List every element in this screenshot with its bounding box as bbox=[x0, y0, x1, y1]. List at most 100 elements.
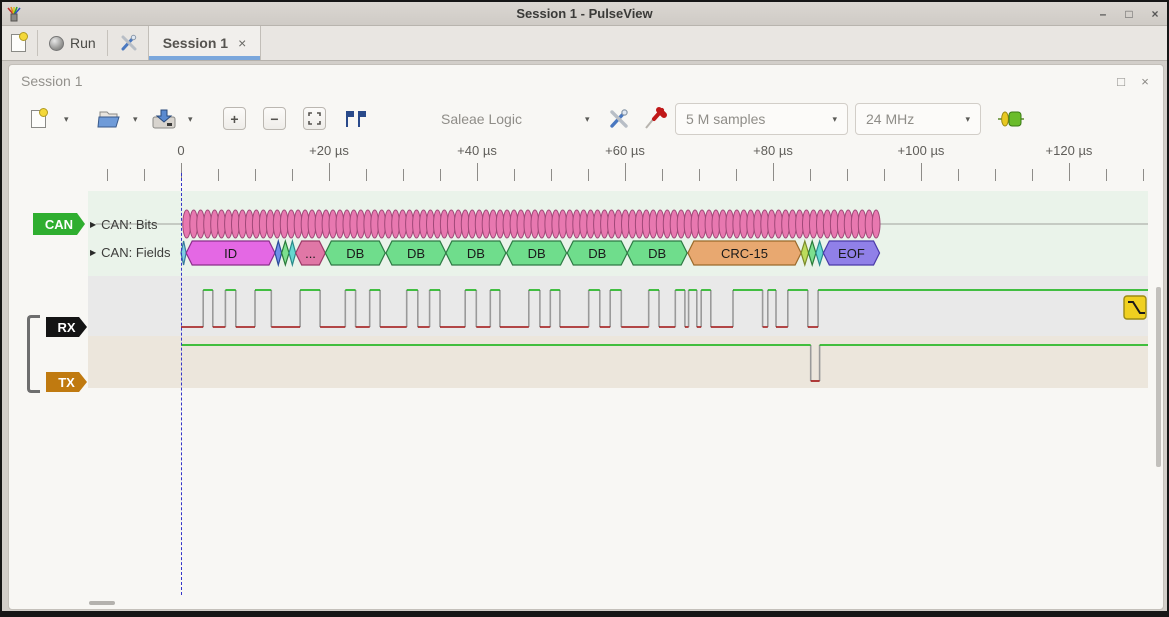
ruler-tick bbox=[440, 169, 441, 181]
device-select[interactable]: Saleae Logic bbox=[441, 103, 601, 135]
vertical-scrollbar[interactable] bbox=[1156, 287, 1161, 467]
open-dropdown[interactable]: ▾ bbox=[133, 103, 138, 135]
session-toolbar: ▾ ▾ ▾ + − bbox=[9, 97, 1163, 141]
horizontal-scrollbar[interactable] bbox=[89, 601, 115, 605]
zoom-fit-button[interactable] bbox=[303, 107, 326, 130]
ruler-tick bbox=[403, 169, 404, 181]
can-field-annotation[interactable] bbox=[816, 241, 823, 265]
device-select-caret: ▾ bbox=[585, 103, 590, 135]
tab-close-icon[interactable]: × bbox=[238, 35, 246, 51]
trigger-marker-badge[interactable] bbox=[1124, 296, 1146, 319]
trace-view[interactable]: ID...DBDBDBDBDBDBCRC-15EOF ▶ CAN: Bits ▶… bbox=[88, 181, 1148, 595]
ruler-tick bbox=[699, 169, 700, 181]
ruler-tick bbox=[1032, 169, 1033, 181]
ruler-tick bbox=[107, 169, 108, 181]
ruler-tick bbox=[144, 169, 145, 181]
rx-waveform-edges[interactable] bbox=[203, 290, 818, 327]
channel-tag-rx[interactable]: RX bbox=[46, 317, 87, 337]
channel-tag-label: TX bbox=[58, 375, 75, 390]
ruler-tick bbox=[292, 169, 293, 181]
fields-row-title: CAN: Fields bbox=[101, 245, 170, 260]
time-ruler[interactable]: 0+20 µs+40 µs+60 µs+80 µs+100 µs+120 µs bbox=[88, 143, 1148, 181]
expander-icon[interactable]: ▶ bbox=[90, 248, 96, 257]
ruler-label: +40 µs bbox=[442, 143, 512, 158]
new-view-icon bbox=[31, 110, 46, 128]
can-field-label: DB bbox=[346, 246, 364, 261]
ruler-tick bbox=[810, 169, 811, 181]
decoder-fields-row-label[interactable]: ▶ CAN: Fields bbox=[90, 245, 171, 260]
can-field-annotation[interactable] bbox=[801, 241, 808, 265]
ruler-label: +120 µs bbox=[1034, 143, 1104, 158]
decoder-tag-label: CAN bbox=[45, 217, 73, 232]
channel-group-bracket[interactable] bbox=[27, 315, 40, 393]
probe-icon bbox=[642, 107, 667, 132]
ruler-tick bbox=[736, 169, 737, 181]
open-button[interactable] bbox=[97, 103, 121, 135]
waveform-canvas: ID...DBDBDBDBDBDBCRC-15EOF bbox=[88, 181, 1148, 595]
maximize-icon[interactable]: □ bbox=[1121, 6, 1137, 22]
run-button[interactable]: Run bbox=[40, 26, 105, 60]
can-field-annotation[interactable] bbox=[809, 241, 816, 265]
can-field-annotation[interactable] bbox=[289, 241, 296, 265]
zoom-in-button[interactable]: + bbox=[223, 107, 246, 130]
sample-count-caret: ▾ bbox=[832, 114, 837, 125]
trigger-flags-icon bbox=[343, 109, 367, 129]
save-dropdown[interactable]: ▾ bbox=[188, 103, 193, 135]
ruler-tick bbox=[329, 163, 330, 181]
zoom-fit-icon bbox=[308, 112, 321, 125]
can-bit[interactable] bbox=[872, 210, 880, 238]
ruler-tick bbox=[847, 169, 848, 181]
minimize-icon[interactable]: – bbox=[1095, 6, 1111, 22]
configure-device-button[interactable] bbox=[607, 103, 631, 135]
tx-waveform-edges[interactable] bbox=[811, 345, 820, 381]
decoder-tag-can[interactable]: CAN bbox=[33, 213, 85, 235]
toolbar-separator bbox=[107, 30, 108, 56]
new-document-icon bbox=[11, 34, 26, 52]
expander-icon[interactable]: ▶ bbox=[90, 220, 96, 229]
settings-button[interactable] bbox=[110, 26, 148, 60]
channel-tag-tx[interactable]: TX bbox=[46, 372, 87, 392]
new-session-button[interactable] bbox=[2, 26, 35, 60]
active-tab-indicator bbox=[149, 56, 261, 60]
can-field-annotation[interactable] bbox=[275, 241, 282, 265]
decoder-bits-row-label[interactable]: ▶ CAN: Bits bbox=[90, 217, 158, 232]
ruler-tick bbox=[625, 163, 626, 181]
can-field-label: ID bbox=[224, 246, 237, 261]
wrench-screwdriver-icon bbox=[119, 33, 139, 53]
ruler-label: +60 µs bbox=[590, 143, 660, 158]
bits-row-title: CAN: Bits bbox=[101, 217, 157, 232]
can-field-label: EOF bbox=[838, 246, 865, 261]
ruler-label: +80 µs bbox=[738, 143, 808, 158]
tab-session-1[interactable]: Session 1 × bbox=[148, 26, 262, 60]
trigger-cursor-line[interactable] bbox=[181, 173, 182, 595]
main-toolbar: Run Session 1 × bbox=[2, 26, 1167, 61]
ruler-tick bbox=[773, 163, 774, 181]
ruler-tick bbox=[662, 169, 663, 181]
can-field-label: DB bbox=[528, 246, 546, 261]
can-field-annotation[interactable] bbox=[282, 241, 289, 265]
device-name: Saleae Logic bbox=[441, 111, 522, 127]
ruler-tick bbox=[551, 169, 552, 181]
can-field-label: DB bbox=[588, 246, 606, 261]
sample-rate-caret: ▾ bbox=[965, 114, 970, 125]
zoom-out-button[interactable]: − bbox=[263, 107, 286, 130]
configure-channels-button[interactable] bbox=[642, 103, 667, 135]
ruler-tick bbox=[514, 169, 515, 181]
new-view-button[interactable] bbox=[31, 103, 46, 135]
close-icon[interactable]: × bbox=[1147, 6, 1163, 22]
ruler-tick bbox=[218, 169, 219, 181]
new-view-dropdown[interactable]: ▾ bbox=[64, 103, 69, 135]
sample-count-select[interactable]: 5 M samples ▾ bbox=[675, 103, 848, 135]
sample-rate-select[interactable]: 24 MHz ▾ bbox=[855, 103, 981, 135]
run-label: Run bbox=[70, 35, 96, 51]
show-triggers-button[interactable] bbox=[343, 103, 367, 135]
ruler-label: +20 µs bbox=[294, 143, 364, 158]
ruler-tick bbox=[1106, 169, 1107, 181]
ruler-tick bbox=[1069, 163, 1070, 181]
panel-close-icon[interactable]: × bbox=[1137, 73, 1153, 89]
panel-restore-icon[interactable]: □ bbox=[1113, 73, 1129, 89]
ruler-tick bbox=[921, 163, 922, 181]
add-decoder-button[interactable] bbox=[997, 103, 1025, 135]
ruler-tick bbox=[588, 169, 589, 181]
save-button[interactable] bbox=[151, 103, 177, 135]
